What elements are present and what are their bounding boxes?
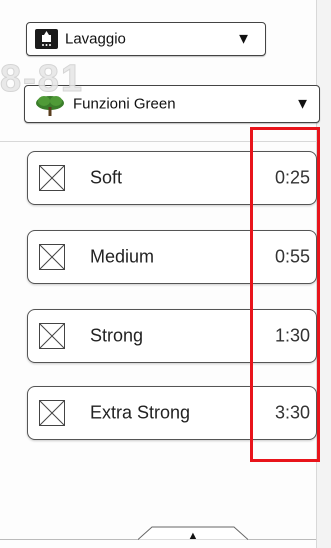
tree-icon bbox=[35, 94, 65, 116]
unchecked-box-icon[interactable] bbox=[39, 400, 65, 426]
option-time: 3:30 bbox=[274, 402, 310, 423]
lavaggio-dropdown[interactable]: Lavaggio ▼ bbox=[26, 22, 266, 56]
unchecked-box-icon[interactable] bbox=[39, 165, 65, 191]
unchecked-box-icon[interactable] bbox=[39, 244, 65, 270]
unchecked-box-icon[interactable] bbox=[39, 323, 65, 349]
scroll-strip[interactable] bbox=[317, 0, 331, 548]
option-time: 0:25 bbox=[274, 167, 310, 188]
option-name: Extra Strong bbox=[90, 402, 191, 423]
option-time: 0:55 bbox=[274, 246, 310, 267]
chevron-up-icon: ▲ bbox=[188, 530, 199, 540]
option-soft[interactable]: Soft 0:25 bbox=[27, 151, 317, 205]
option-medium[interactable]: Medium 0:55 bbox=[27, 230, 317, 284]
option-name: Strong bbox=[90, 325, 144, 346]
chevron-down-icon: ▼ bbox=[295, 95, 310, 113]
option-name: Medium bbox=[90, 246, 155, 267]
green-functions-label: Funzioni Green bbox=[73, 95, 176, 113]
chevron-down-icon: ▼ bbox=[236, 30, 251, 48]
lavaggio-label: Lavaggio bbox=[65, 30, 126, 48]
washing-icon bbox=[35, 29, 58, 49]
expand-tab[interactable]: ▲ bbox=[137, 526, 249, 542]
option-name: Soft bbox=[90, 167, 123, 188]
green-functions-dropdown[interactable]: Funzioni Green ▼ bbox=[24, 85, 320, 123]
option-time: 1:30 bbox=[274, 325, 310, 346]
divider bbox=[0, 141, 316, 142]
option-extra-strong[interactable]: Extra Strong 3:30 bbox=[27, 386, 317, 440]
option-strong[interactable]: Strong 1:30 bbox=[27, 309, 317, 363]
